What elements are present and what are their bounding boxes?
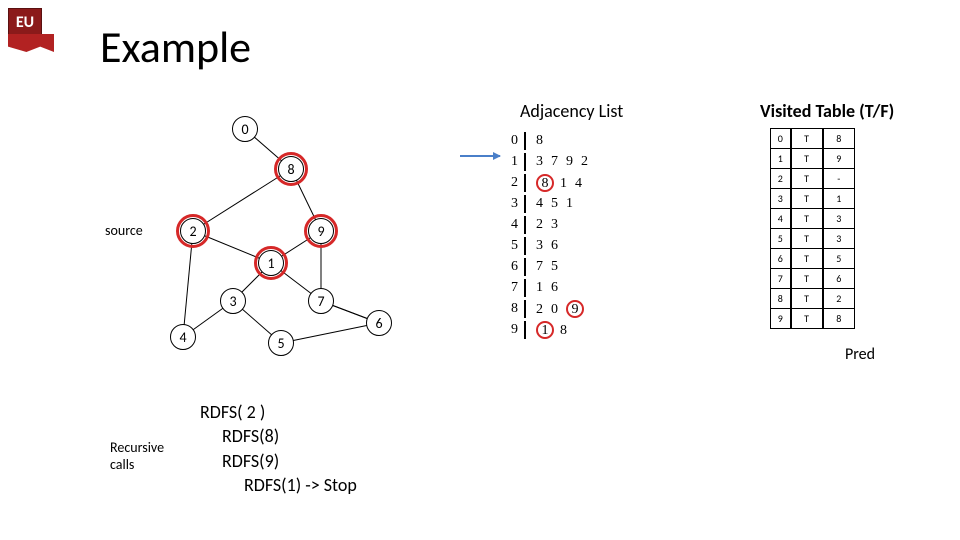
node-1: 1 xyxy=(258,250,284,276)
adj-row-5: 536 xyxy=(500,235,700,256)
visited-row-6: 6T5 xyxy=(771,249,855,269)
call-line: RDFS( 2 ) xyxy=(200,400,357,424)
adj-row-0: 08 xyxy=(500,130,700,151)
adjacency-list: 0813792281434514235366757168209918 xyxy=(500,130,700,340)
adj-row-9: 918 xyxy=(500,319,700,340)
adj-row-2: 2814 xyxy=(500,172,700,193)
adj-row-3: 3451 xyxy=(500,193,700,214)
call-stack: RDFS( 2 )RDFS(8)RDFS(9)RDFS(1) -> Stop xyxy=(200,400,357,497)
adj-row-7: 716 xyxy=(500,277,700,298)
visited-row-0: 0T8 xyxy=(771,129,855,149)
node-3: 3 xyxy=(220,288,246,314)
adj-row-4: 423 xyxy=(500,214,700,235)
node-2: 2 xyxy=(180,218,206,244)
visited-row-3: 3T1 xyxy=(771,189,855,209)
visited-row-8: 8T2 xyxy=(771,289,855,309)
node-8: 8 xyxy=(278,156,304,182)
pred-label: Pred xyxy=(845,345,875,364)
call-line: RDFS(1) -> Stop xyxy=(244,473,357,497)
graph-edges xyxy=(120,110,450,350)
adjacency-header: Adjacency List xyxy=(520,100,623,122)
adj-row-6: 675 xyxy=(500,256,700,277)
call-line: RDFS(8) xyxy=(222,424,357,448)
adj-row-1: 13792 xyxy=(500,151,700,172)
node-5: 5 xyxy=(268,330,294,356)
eu-logo: EU xyxy=(8,8,54,54)
adj-highlight: 1 xyxy=(536,321,554,339)
visited-table: 0T81T92T-3T14T35T36T57T68T29T8 xyxy=(770,128,855,329)
source-label: source xyxy=(105,222,143,239)
visited-row-2: 2T- xyxy=(771,169,855,189)
visited-row-9: 9T8 xyxy=(771,309,855,329)
logo-flag xyxy=(8,34,54,52)
graph-diagram: 0123456789 xyxy=(120,110,450,350)
node-7: 7 xyxy=(308,288,334,314)
visited-header: Visited Table (T/F) xyxy=(760,100,894,122)
slide-title: Example xyxy=(100,20,251,74)
call-line: RDFS(9) xyxy=(222,449,357,473)
visited-row-1: 1T9 xyxy=(771,149,855,169)
node-4: 4 xyxy=(170,324,196,350)
visited-row-4: 4T3 xyxy=(771,209,855,229)
node-0: 0 xyxy=(232,116,258,142)
adj-row-8: 8209 xyxy=(500,298,700,319)
visited-row-5: 5T3 xyxy=(771,229,855,249)
adj-highlight: 8 xyxy=(536,174,554,192)
pointer-arrow xyxy=(460,155,500,157)
recursive-calls-label: Recursivecalls xyxy=(110,440,164,474)
node-9: 9 xyxy=(308,218,334,244)
visited-row-7: 7T6 xyxy=(771,269,855,289)
logo-text: EU xyxy=(8,8,42,36)
adj-highlight: 9 xyxy=(566,300,584,318)
node-6: 6 xyxy=(366,310,392,336)
